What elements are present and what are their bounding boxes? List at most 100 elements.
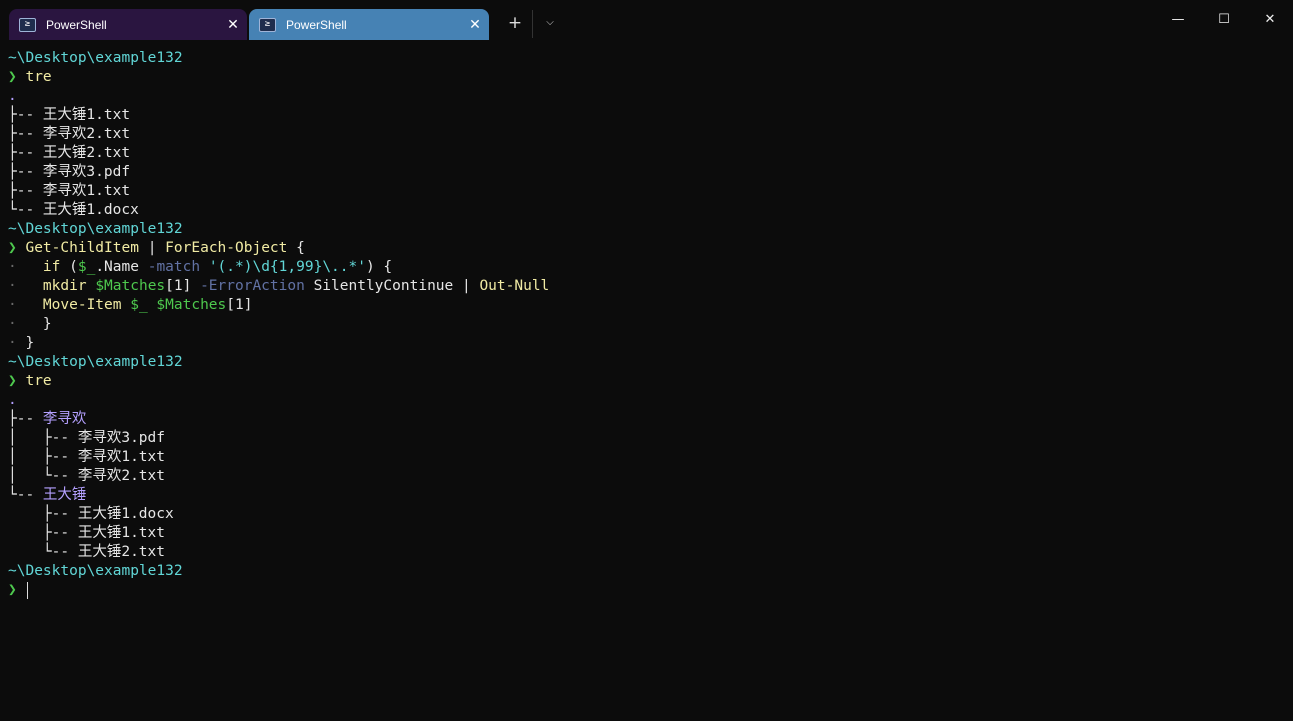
text-segment-tree: ├-- — [8, 126, 43, 142]
text-segment-plain: 王大锤1.docx — [77, 506, 174, 522]
powershell-icon: ≥ — [19, 17, 36, 32]
terminal-line: ├-- 王大锤1.docx — [8, 505, 1293, 524]
text-segment-var: $_ — [77, 259, 96, 275]
text-segment-tree: ├-- — [8, 506, 78, 522]
close-button[interactable]: ✕ — [1247, 8, 1293, 32]
minimize-button[interactable]: — — [1155, 8, 1201, 32]
terminal-line: · } — [8, 315, 1293, 334]
text-segment-dim: · — [8, 278, 26, 294]
text-segment-plain: SilentlyContinue | — [313, 278, 480, 294]
text-segment-cmd: Get-ChildItem — [25, 240, 139, 256]
text-segment-plain: ) { — [365, 259, 393, 275]
text-segment-param: -match — [147, 259, 209, 275]
text-segment-dot: . — [8, 88, 17, 104]
terminal-line: ~\Desktop\example132 — [8, 220, 1293, 239]
tab-powershell-1[interactable]: ≥ PowerShell ✕ — [9, 9, 247, 40]
text-segment-plain: | — [138, 240, 166, 256]
powershell-icon: ≥ — [259, 17, 276, 32]
tab-close-icon[interactable]: ✕ — [461, 16, 489, 33]
text-segment-tree: ├-- — [8, 107, 43, 123]
text-segment-cmd: tre — [25, 69, 52, 85]
text-segment-tree: ├-- — [8, 145, 43, 161]
text-segment-var: $_ $Matches — [130, 297, 227, 313]
text-segment-tree: ├-- — [8, 164, 43, 180]
text-segment-cmd: tre — [25, 373, 52, 389]
text-segment-plain: 李寻欢3.pdf — [42, 164, 131, 180]
text-segment-tree: │ └-- — [8, 468, 78, 484]
text-segment-dim: · — [8, 316, 26, 332]
terminal-line: ├-- 王大锤1.txt — [8, 524, 1293, 543]
text-segment-prompt: ❯ — [8, 582, 26, 598]
text-segment-path: ~\Desktop\example132 — [8, 563, 183, 579]
terminal-line: · mkdir $Matches[1] -ErrorAction Silentl… — [8, 277, 1293, 296]
text-segment-tree: └-- — [8, 202, 43, 218]
text-segment-plain: } — [25, 316, 52, 332]
text-segment-plain: ( — [69, 259, 78, 275]
text-segment-param: -ErrorAction — [200, 278, 314, 294]
text-segment-dim: · — [8, 297, 26, 313]
text-segment-plain: 李寻欢3.pdf — [77, 430, 165, 446]
terminal-line: · if ($_.Name -match '(.*)\d{1,99}\..*')… — [8, 258, 1293, 277]
text-segment-plain: 王大锤1.txt — [77, 525, 165, 541]
text-segment-tree: │ ├-- — [8, 449, 78, 465]
terminal-line: . — [8, 87, 1293, 106]
text-segment-path: ~\Desktop\example132 — [8, 50, 183, 66]
text-segment-plain: [1] — [226, 297, 253, 313]
text-segment-plain: } — [25, 335, 35, 351]
terminal-line: │ ├-- 李寻欢3.pdf — [8, 429, 1293, 448]
text-segment-prompt: ❯ — [8, 69, 26, 85]
text-segment-cmd: mkdir — [25, 278, 96, 294]
text-segment-plain: { — [287, 240, 305, 256]
text-segment-plain: 李寻欢2.txt — [42, 126, 131, 142]
terminal-output[interactable]: ~\Desktop\example132 ❯ tre. ├-- 王大锤1.txt ├-… — [8, 49, 1293, 721]
tab-label: PowerShell — [286, 17, 347, 32]
terminal-line: ├-- 李寻欢 — [8, 410, 1293, 429]
text-segment-dir: 王大锤 — [42, 487, 87, 503]
terminal-line: · Move-Item $_ $Matches[1] — [8, 296, 1293, 315]
text-segment-tree: │ ├-- — [8, 430, 78, 446]
text-segment-dot: . — [8, 392, 17, 408]
terminal-line: ├-- 李寻欢2.txt — [8, 125, 1293, 144]
terminal-line: └-- 王大锤1.docx — [8, 201, 1293, 220]
title-bar: ≥ PowerShell ✕ ≥ PowerShell ✕ + ⌵ — ☐ ✕ — [0, 0, 1293, 40]
maximize-button[interactable]: ☐ — [1201, 8, 1247, 32]
text-segment-tree: ├-- — [8, 411, 43, 427]
terminal-line: ├-- 李寻欢3.pdf — [8, 163, 1293, 182]
text-segment-tree: ├-- — [8, 525, 78, 541]
text-segment-tree: ├-- — [8, 183, 43, 199]
text-segment-dim: · — [8, 259, 26, 275]
text-segment-plain: 王大锤1.docx — [42, 202, 139, 218]
terminal-line: ~\Desktop\example132 — [8, 562, 1293, 581]
terminal-line: ~\Desktop\example132 — [8, 353, 1293, 372]
text-segment-str: '(.*)\d{1,99}\..*' — [208, 259, 366, 275]
text-segment-dim: · — [8, 335, 26, 351]
new-tab-button[interactable]: + — [504, 12, 526, 34]
text-cursor — [27, 581, 29, 599]
terminal-line: │ ├-- 李寻欢1.txt — [8, 448, 1293, 467]
terminal-line: ❯ tre — [8, 68, 1293, 87]
terminal-line: ❯ Get-ChildItem | ForEach-Object { — [8, 239, 1293, 258]
text-segment-cmd: Out-Null — [479, 278, 550, 294]
terminal-line: ├-- 王大锤2.txt — [8, 144, 1293, 163]
tab-close-icon[interactable]: ✕ — [219, 16, 247, 33]
text-segment-path: ~\Desktop\example132 — [8, 354, 183, 370]
text-segment-tree: └-- — [8, 544, 78, 560]
tab-powershell-2[interactable]: ≥ PowerShell ✕ — [249, 9, 489, 40]
text-segment-prompt: ❯ — [8, 373, 26, 389]
terminal-line: │ └-- 李寻欢2.txt — [8, 467, 1293, 486]
terminal-line: . — [8, 391, 1293, 410]
text-segment-plain: 李寻欢1.txt — [42, 183, 131, 199]
terminal-line: ├-- 李寻欢1.txt — [8, 182, 1293, 201]
text-segment-path: ~\Desktop\example132 — [8, 221, 183, 237]
text-segment-plain: [1] — [165, 278, 201, 294]
text-segment-cmd: ForEach-Object — [165, 240, 288, 256]
terminal-line: ❯ tre — [8, 372, 1293, 391]
tab-label: PowerShell — [46, 17, 107, 32]
text-segment-plain: .Name — [95, 259, 148, 275]
terminal-line: ├-- 王大锤1.txt — [8, 106, 1293, 125]
text-segment-prompt: ❯ — [8, 240, 26, 256]
terminal-line: └-- 王大锤 — [8, 486, 1293, 505]
divider — [532, 10, 533, 38]
text-segment-plain: 王大锤2.txt — [42, 145, 131, 161]
dropdown-chevron-icon[interactable]: ⌵ — [539, 12, 561, 34]
